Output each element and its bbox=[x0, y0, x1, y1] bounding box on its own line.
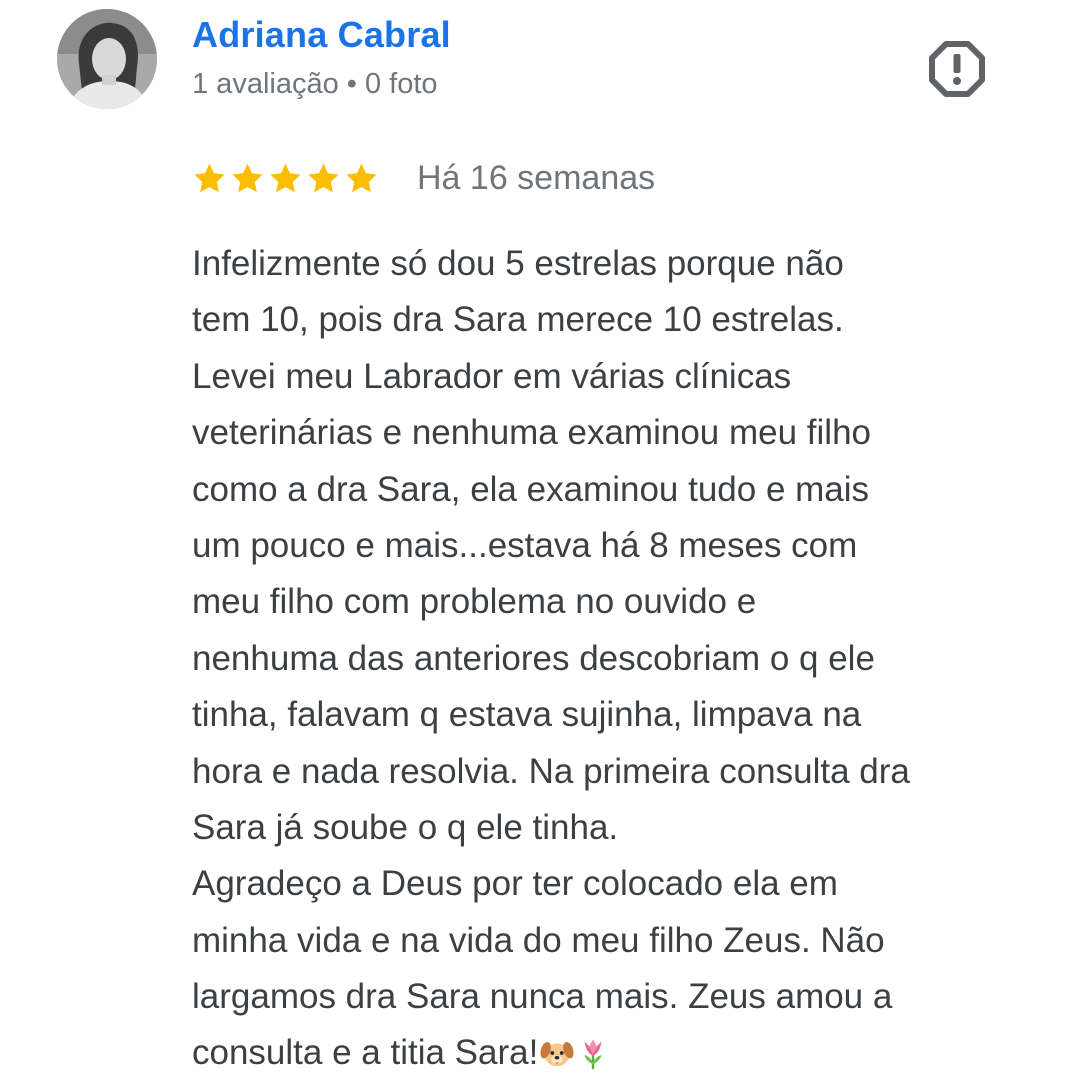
star-icon bbox=[232, 163, 263, 192]
review-card: Adriana Cabral 1 avaliação • 0 foto Há 1… bbox=[0, 0, 1080, 1080]
tulip-emoji bbox=[584, 1040, 602, 1070]
star-icon bbox=[270, 163, 301, 192]
review-text-line-last: consulta e a titia Sara! bbox=[192, 1025, 1052, 1081]
author-meta: 1 avaliação • 0 foto bbox=[192, 68, 438, 100]
star-icon bbox=[308, 163, 339, 192]
review-text-line: veterinárias e nenhuma examinou meu filh… bbox=[192, 413, 871, 453]
review-text-line: Agradeço a Deus por ter colocado ela em bbox=[192, 864, 838, 904]
review-text-line: Sara já soube o q ele tinha. bbox=[192, 807, 619, 847]
review-date: Há 16 semanas bbox=[417, 158, 656, 197]
rating-row: Há 16 semanas bbox=[192, 156, 655, 200]
review-text: Infelizmente só dou 5 estrelas porque nã… bbox=[192, 236, 1052, 1082]
review-text-line: consulta e a titia Sara! bbox=[192, 1033, 539, 1073]
author-name[interactable]: Adriana Cabral bbox=[192, 14, 451, 56]
review-text-line: Infelizmente só dou 5 estrelas porque nã… bbox=[192, 244, 844, 283]
review-text-line: largamos dra Sara nunca mais. Zeus amou … bbox=[192, 977, 893, 1017]
review-text-line: tinha, falavam q estava sujinha, limpava… bbox=[192, 695, 862, 735]
star-icon bbox=[194, 163, 225, 192]
avatar-photo bbox=[57, 9, 157, 109]
avatar[interactable] bbox=[57, 9, 157, 109]
review-text-line: minha vida e na vida do meu filho Zeus. … bbox=[192, 920, 885, 960]
star-rating bbox=[192, 161, 379, 196]
review-text-line: nenhuma das anteriores descobriam o q el… bbox=[192, 638, 875, 678]
review-text-line: um pouco e mais...estava há 8 meses com bbox=[192, 525, 858, 565]
review-text-line: tem 10, pois dra Sara merece 10 estrelas… bbox=[192, 300, 844, 340]
review-text-line: hora e nada resolvia. Na primeira consul… bbox=[192, 751, 910, 791]
dog-face-emoji bbox=[540, 1042, 574, 1067]
review-text-line: meu filho com problema no ouvido e bbox=[192, 582, 757, 622]
review-text-line: Levei meu Labrador em várias clínicas bbox=[192, 356, 792, 396]
review-text-line: como a dra Sara, ela examinou tudo e mai… bbox=[192, 469, 870, 509]
star-icon bbox=[346, 163, 377, 192]
report-octagon-icon[interactable] bbox=[928, 40, 986, 98]
